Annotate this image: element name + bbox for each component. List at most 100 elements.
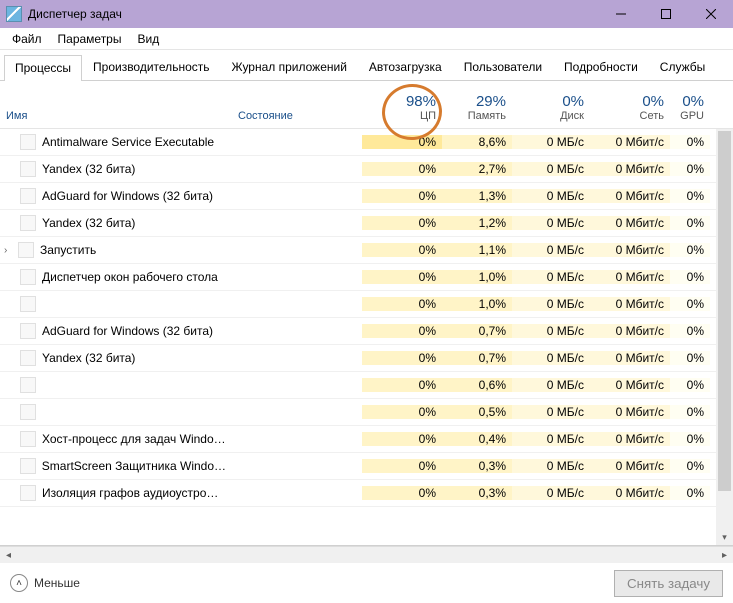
expand-icon[interactable]: › — [4, 245, 18, 256]
header-cpu[interactable]: 98%ЦП — [362, 81, 442, 128]
table-header: Имя Состояние 98%ЦП 29%Память 0%Диск 0%С… — [0, 81, 733, 129]
scroll-left-icon[interactable]: ◂ — [0, 547, 17, 564]
scroll-right-icon[interactable]: ▸ — [716, 547, 733, 564]
table-row[interactable]: Yandex (32 бита)0%0,7%0 МБ/с0 Мбит/с0% — [0, 345, 733, 372]
table-row[interactable]: AdGuard for Windows (32 бита)0%0,7%0 МБ/… — [0, 318, 733, 345]
cell-gpu: 0% — [670, 324, 710, 338]
process-name: Antimalware Service Executable — [42, 135, 214, 149]
table-row[interactable]: Yandex (32 бита)0%2,7%0 МБ/с0 Мбит/с0% — [0, 156, 733, 183]
tab-services[interactable]: Службы — [649, 54, 716, 80]
cell-cpu: 0% — [362, 459, 442, 473]
table-row[interactable]: Antimalware Service Executable0%8,6%0 МБ… — [0, 129, 733, 156]
cell-disk: 0 МБ/с — [512, 351, 590, 365]
cell-disk: 0 МБ/с — [512, 378, 590, 392]
cell-cpu: 0% — [362, 324, 442, 338]
tab-users[interactable]: Пользователи — [453, 54, 553, 80]
cell-network: 0 Мбит/с — [590, 486, 670, 500]
horizontal-scrollbar[interactable]: ◂ ▸ — [0, 546, 733, 563]
table-row[interactable]: 0%0,6%0 МБ/с0 Мбит/с0% — [0, 372, 733, 399]
cell-name: Изоляция графов аудиоустро… — [0, 485, 232, 501]
table-body[interactable]: Antimalware Service Executable0%8,6%0 МБ… — [0, 129, 733, 546]
fewer-details-button[interactable]: ˄ Меньше — [10, 574, 80, 592]
table-row[interactable]: AdGuard for Windows (32 бита)0%1,3%0 МБ/… — [0, 183, 733, 210]
table-row[interactable]: Yandex (32 бита)0%1,2%0 МБ/с0 Мбит/с0% — [0, 210, 733, 237]
cell-cpu: 0% — [362, 297, 442, 311]
table-row[interactable]: SmartScreen Защитника Windo…0%0,3%0 МБ/с… — [0, 453, 733, 480]
process-name: Запустить — [40, 243, 96, 257]
cell-memory: 1,0% — [442, 297, 512, 311]
process-name: Хост-процесс для задач Windo… — [42, 432, 226, 446]
cell-disk: 0 МБ/с — [512, 216, 590, 230]
tabs: Процессы Производительность Журнал прило… — [0, 50, 733, 81]
scroll-down-icon[interactable]: ▾ — [716, 529, 733, 546]
cell-name — [0, 404, 232, 420]
process-icon — [20, 161, 36, 177]
process-name: AdGuard for Windows (32 бита) — [42, 189, 213, 203]
table-row[interactable]: Изоляция графов аудиоустро…0%0,3%0 МБ/с0… — [0, 480, 733, 507]
header-disk[interactable]: 0%Диск — [512, 81, 590, 128]
cell-name: SmartScreen Защитника Windo… — [0, 458, 232, 474]
cell-cpu: 0% — [362, 378, 442, 392]
cell-network: 0 Мбит/с — [590, 270, 670, 284]
cell-name: › Запустить — [0, 242, 232, 258]
close-button[interactable] — [688, 0, 733, 28]
menu-options[interactable]: Параметры — [50, 29, 130, 49]
cell-name — [0, 377, 232, 393]
table-row[interactable]: 0%1,0%0 МБ/с0 Мбит/с0% — [0, 291, 733, 318]
cell-network: 0 Мбит/с — [590, 324, 670, 338]
cell-network: 0 Мбит/с — [590, 405, 670, 419]
tab-processes[interactable]: Процессы — [4, 55, 82, 81]
cell-cpu: 0% — [362, 405, 442, 419]
tab-app-history[interactable]: Журнал приложений — [221, 54, 358, 80]
scrollbar-thumb[interactable] — [718, 131, 731, 491]
header-state[interactable]: Состояние — [232, 81, 362, 128]
process-name: Диспетчер окон рабочего стола — [42, 270, 218, 284]
cell-disk: 0 МБ/с — [512, 135, 590, 149]
header-name[interactable]: Имя — [0, 81, 232, 128]
table-row[interactable]: ›Запустить0%1,1%0 МБ/с0 Мбит/с0% — [0, 237, 733, 264]
cell-disk: 0 МБ/с — [512, 459, 590, 473]
header-memory[interactable]: 29%Память — [442, 81, 512, 128]
table-row[interactable]: 0%0,5%0 МБ/с0 Мбит/с0% — [0, 399, 733, 426]
scrollbar-track[interactable] — [17, 547, 716, 564]
cell-gpu: 0% — [670, 135, 710, 149]
process-icon — [20, 215, 36, 231]
cell-network: 0 Мбит/с — [590, 216, 670, 230]
maximize-button[interactable] — [643, 0, 688, 28]
cell-gpu: 0% — [670, 162, 710, 176]
cell-network: 0 Мбит/с — [590, 432, 670, 446]
menubar: Файл Параметры Вид — [0, 28, 733, 50]
tab-details[interactable]: Подробности — [553, 54, 649, 80]
titlebar[interactable]: Диспетчер задач — [0, 0, 733, 28]
cell-disk: 0 МБ/с — [512, 324, 590, 338]
cell-cpu: 0% — [362, 216, 442, 230]
menu-file[interactable]: Файл — [4, 29, 50, 49]
menu-view[interactable]: Вид — [129, 29, 167, 49]
cell-cpu: 0% — [362, 189, 442, 203]
process-name: Yandex (32 бита) — [42, 162, 135, 176]
cell-memory: 0,3% — [442, 486, 512, 500]
end-task-button[interactable]: Снять задачу — [614, 570, 723, 597]
cell-memory: 0,6% — [442, 378, 512, 392]
cell-name: Antimalware Service Executable — [0, 134, 232, 150]
table-row[interactable]: Хост-процесс для задач Windo…0%0,4%0 МБ/… — [0, 426, 733, 453]
cell-memory: 1,2% — [442, 216, 512, 230]
tab-startup[interactable]: Автозагрузка — [358, 54, 453, 80]
cell-network: 0 Мбит/с — [590, 459, 670, 473]
header-gpu[interactable]: 0%GPU — [670, 81, 710, 128]
process-icon — [20, 485, 36, 501]
process-name: Изоляция графов аудиоустро… — [42, 486, 218, 500]
vertical-scrollbar[interactable]: ▾ — [716, 129, 733, 546]
cell-network: 0 Мбит/с — [590, 378, 670, 392]
cell-network: 0 Мбит/с — [590, 297, 670, 311]
minimize-button[interactable] — [598, 0, 643, 28]
cell-gpu: 0% — [670, 189, 710, 203]
cell-memory: 1,3% — [442, 189, 512, 203]
header-network[interactable]: 0%Сеть — [590, 81, 670, 128]
cell-name: Yandex (32 бита) — [0, 161, 232, 177]
cell-disk: 0 МБ/с — [512, 243, 590, 257]
tab-performance[interactable]: Производительность — [82, 54, 220, 80]
cell-memory: 0,7% — [442, 324, 512, 338]
table-row[interactable]: Диспетчер окон рабочего стола0%1,0%0 МБ/… — [0, 264, 733, 291]
cell-cpu: 0% — [362, 432, 442, 446]
